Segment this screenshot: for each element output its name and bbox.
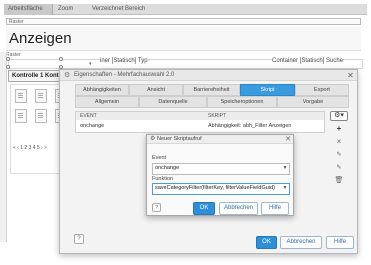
selection-handle[interactable]	[59, 57, 63, 61]
dialog-title: Eigenschaften - Mehrfachauswahl 2.0	[60, 70, 357, 81]
help-icon[interactable]: ?	[152, 203, 161, 212]
tab-ansicht[interactable]: Ansicht	[129, 84, 183, 96]
cancel-button[interactable]: Abbrechen	[219, 202, 258, 215]
tab-skript[interactable]: Skript	[240, 84, 295, 96]
toolbar-tabs: Arbeitsfläche Zoom Verzeichnet Bereich	[4, 4, 367, 15]
table-row[interactable]: onchange Abhängigkeit: abh_Filter Anzeig…	[76, 121, 324, 131]
table-header: EVENT SKRIPT	[76, 112, 324, 120]
help-button[interactable]: Hilfe	[261, 202, 289, 215]
event-select[interactable]: onchange ▼	[152, 163, 290, 175]
header-event: EVENT	[80, 113, 97, 119]
new-script-dialog: Neuer Skriptaufruf ⚙ ✕ Event onchange ▼ …	[146, 134, 294, 216]
close-icon[interactable]: ✕	[345, 70, 356, 81]
chevron-down-icon: ▼	[282, 165, 288, 171]
chevron-down-icon: ▼	[282, 185, 288, 191]
document-icon	[35, 89, 47, 103]
header-skript: SKRIPT	[208, 113, 227, 119]
delete-icon[interactable]: 🗑	[334, 176, 344, 186]
raster-strip: Raster	[6, 18, 361, 25]
edit-icon[interactable]: ✎	[334, 163, 344, 173]
options-dropdown-icon[interactable]: ⚙▾	[330, 111, 348, 121]
chevron-down-icon: ▾	[89, 61, 92, 67]
close-icon[interactable]: ×	[334, 137, 344, 147]
tab-verzeichnet-bereich[interactable]: Verzeichnet Bereich	[88, 4, 166, 15]
ok-button[interactable]: OK	[193, 202, 215, 215]
script-cell: Abhängigkeit: abh_Filter Anzeigen	[208, 123, 292, 129]
event-label: Event	[152, 155, 167, 161]
page-title[interactable]: Anzeigen	[6, 27, 361, 51]
event-cell: onchange	[80, 123, 105, 129]
document-icon	[15, 109, 27, 123]
function-select[interactable]: saveCategoryFilter(filterKey, filterValu…	[152, 183, 290, 195]
tab-export[interactable]: Export	[295, 84, 349, 96]
function-label: Funktion	[152, 176, 174, 182]
edit-icon[interactable]: ✎	[334, 150, 344, 160]
static-suche-label: Container [Statisch] Suche	[272, 58, 344, 64]
tab-abhaengigkeiten[interactable]: Abhängigkeiten	[75, 84, 129, 96]
selection-handle[interactable]	[6, 65, 10, 69]
tab-speicheroptionen[interactable]: Speicheroptionen	[207, 96, 277, 108]
static-typ-label: iner [Statisch] Typ	[100, 58, 148, 64]
tab-barrierefreiheit[interactable]: Barrierefreiheit	[183, 84, 240, 96]
tab-arbeitsflaeche[interactable]: Arbeitsfläche	[4, 4, 53, 15]
gear-icon: ⚙	[64, 72, 71, 79]
dialog-title: Neuer Skriptaufruf	[147, 135, 293, 144]
tab-datenquelle[interactable]: Datenquelle	[139, 96, 207, 108]
tab-vorgabe[interactable]: Vorgabe	[277, 96, 349, 108]
document-icon	[15, 89, 27, 103]
gear-icon: ⚙	[150, 136, 156, 142]
selection-handle[interactable]	[6, 57, 10, 61]
help-button[interactable]: Hilfe	[326, 236, 354, 249]
left-ruler	[0, 52, 7, 242]
pager[interactable]: « ‹ 1 2 3 4 5 › »	[13, 145, 47, 151]
add-icon[interactable]: +	[334, 124, 344, 134]
tab-allgemein[interactable]: Allgemein	[75, 96, 139, 108]
help-icon[interactable]: ?	[74, 234, 84, 244]
function-value: saveCategoryFilter(filterKey, filterValu…	[155, 185, 275, 191]
cancel-button[interactable]: Abbrechen	[280, 236, 322, 249]
event-value: onchange	[155, 165, 180, 171]
ok-button[interactable]: OK	[256, 236, 277, 249]
document-icon	[35, 109, 47, 123]
tab-zoom[interactable]: Zoom	[54, 4, 92, 15]
script-table: EVENT SKRIPT onchange Abhängigkeit: abh_…	[75, 111, 325, 133]
close-icon[interactable]: ✕	[284, 135, 292, 144]
